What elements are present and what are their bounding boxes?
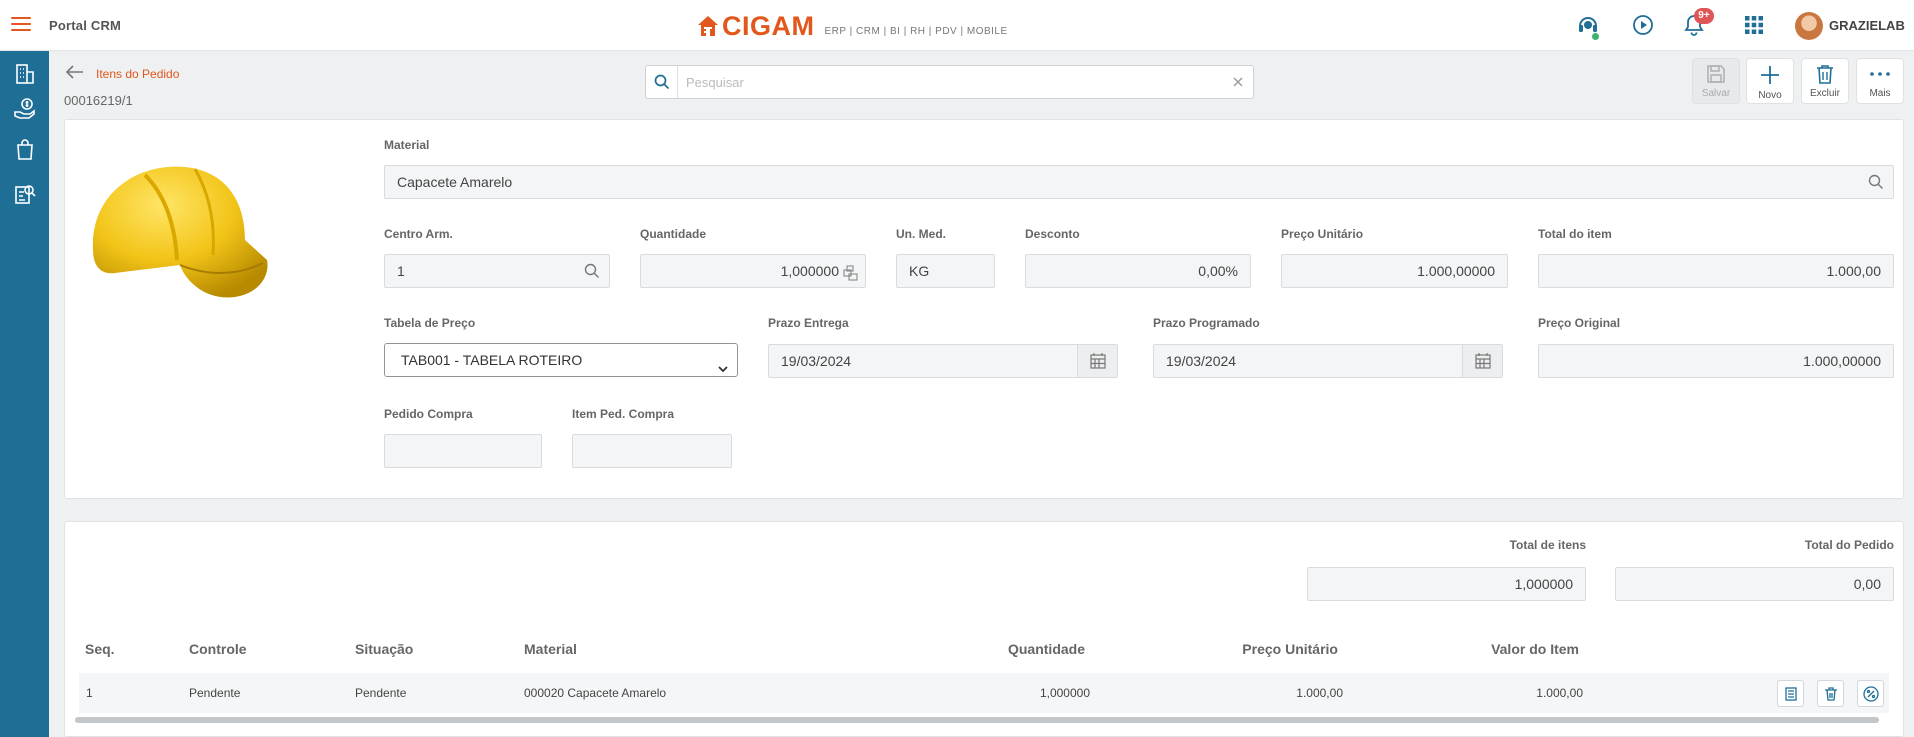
calendar-icon[interactable] — [1077, 345, 1117, 377]
new-label: Novo — [1758, 90, 1782, 101]
back-arrow-icon[interactable] — [65, 64, 85, 80]
menu-icon[interactable] — [11, 17, 31, 33]
unit-field[interactable]: KG — [896, 254, 995, 288]
purchase-order-label: Pedido Compra — [384, 407, 473, 421]
order-total-field: 0,00 — [1615, 567, 1894, 601]
total-items-label: Total de itens — [1509, 538, 1586, 552]
ellipsis-icon — [1870, 72, 1890, 76]
item-total-field: 1.000,00 — [1538, 254, 1894, 288]
discount-label: Desconto — [1025, 227, 1080, 241]
notification-badge: 9+ — [1694, 8, 1714, 24]
column-header-status[interactable]: Situação — [355, 641, 413, 657]
more-label: Mais — [1869, 88, 1891, 99]
cell-quantity: 1,000000 — [1039, 686, 1090, 700]
unit-price-label: Preço Unitário — [1281, 227, 1364, 241]
search-box — [645, 65, 1254, 99]
row-delete-button[interactable] — [1817, 680, 1844, 707]
delivery-label: Prazo Entrega — [768, 316, 849, 330]
cell-material: 000020 Capacete Amarelo — [524, 686, 667, 700]
brand-tagline: ERP | CRM | BI | RH | PDV | MOBILE — [824, 25, 1008, 37]
material-field[interactable]: Capacete Amarelo — [384, 165, 1894, 199]
warehouse-field[interactable]: 1 — [384, 254, 610, 288]
online-status-dot — [1591, 32, 1600, 41]
product-image — [85, 155, 270, 305]
unit-price-field[interactable]: 1.000,00000 — [1281, 254, 1508, 288]
more-button[interactable]: Mais — [1856, 58, 1904, 104]
delete-button[interactable]: Excluir — [1801, 58, 1849, 104]
avatar[interactable] — [1795, 12, 1823, 40]
cell-control: Pendente — [189, 686, 241, 700]
delivery-date-field[interactable]: 19/03/2024 — [768, 344, 1118, 378]
row-edit-button[interactable] — [1777, 680, 1804, 707]
money-hand-icon[interactable] — [12, 95, 38, 121]
row-discount-button[interactable] — [1857, 680, 1884, 707]
discount-field[interactable]: 0,00% — [1025, 254, 1251, 288]
quantity-field[interactable]: 1,000000 — [640, 254, 866, 288]
chevron-down-icon — [717, 354, 729, 373]
purchase-item-label: Item Ped. Compra — [572, 407, 675, 421]
material-search-icon[interactable] — [1866, 172, 1886, 192]
price-table-value: TAB001 - TABELA ROTEIRO — [401, 352, 583, 368]
original-price-field: 1.000,00000 — [1538, 344, 1894, 378]
play-icon[interactable] — [1630, 12, 1656, 38]
cell-item-value: 1.000,00 — [1536, 686, 1583, 700]
brand-logo: CIGAM ERP | CRM | BI | RH | PDV | MOBILE — [697, 10, 1008, 41]
total-items-field: 1,000000 — [1307, 567, 1586, 601]
shopping-bag-icon[interactable] — [12, 137, 38, 163]
column-header-control[interactable]: Controle — [189, 641, 247, 657]
search-icon[interactable] — [646, 66, 678, 98]
scheduled-label: Prazo Programado — [1153, 316, 1260, 330]
purchase-item-field[interactable] — [572, 434, 732, 468]
column-header-item-value[interactable]: Valor do Item — [1430, 641, 1579, 657]
save-button[interactable]: Salvar — [1692, 58, 1740, 104]
item-total-label: Total do item — [1538, 227, 1612, 241]
column-header-quantity[interactable]: Quantidade — [950, 641, 1085, 657]
apps-grid-icon[interactable] — [1741, 12, 1767, 38]
cell-unit-price: 1.000,00 — [1296, 686, 1343, 700]
price-table-select[interactable]: TAB001 - TABELA ROTEIRO — [384, 343, 738, 377]
new-button[interactable]: Novo — [1746, 58, 1794, 104]
scheduled-date-value: 19/03/2024 — [1166, 353, 1237, 369]
material-label: Material — [384, 138, 430, 152]
calendar-icon[interactable] — [1462, 345, 1502, 377]
price-table-label: Tabela de Preço — [384, 316, 476, 330]
horizontal-scrollbar[interactable] — [75, 717, 1879, 723]
trash-icon — [1817, 65, 1833, 84]
document-icon — [1784, 686, 1797, 701]
column-header-material[interactable]: Material — [524, 641, 577, 657]
save-icon — [1707, 65, 1725, 83]
sidebar — [0, 51, 49, 737]
order-number: 00016219/1 — [64, 93, 133, 108]
column-header-unit-price[interactable]: Preço Unitário — [1190, 641, 1338, 657]
plus-icon — [1761, 66, 1779, 84]
scheduled-date-field[interactable]: 19/03/2024 — [1153, 344, 1503, 378]
warehouse-label: Centro Arm. — [384, 227, 453, 241]
document-search-icon[interactable] — [12, 181, 38, 207]
close-icon[interactable] — [1231, 75, 1245, 89]
warehouse-search-icon[interactable] — [582, 261, 602, 281]
quantity-label: Quantidade — [640, 227, 707, 241]
delivery-date-value: 19/03/2024 — [781, 353, 852, 369]
unit-label: Un. Med. — [896, 227, 946, 241]
save-label: Salvar — [1701, 88, 1731, 99]
percent-icon — [1862, 685, 1879, 702]
brand-name: CIGAM — [722, 10, 815, 41]
delete-label: Excluir — [1809, 88, 1840, 99]
boxes-icon[interactable] — [843, 265, 859, 281]
cell-status: Pendente — [355, 686, 407, 700]
top-bar: Portal CRM CIGAM ERP | CRM | BI | RH | P… — [0, 0, 1914, 51]
breadcrumb[interactable]: Itens do Pedido — [96, 67, 179, 81]
app-name: Portal CRM — [49, 18, 122, 33]
username[interactable]: GRAZIELAB — [1829, 18, 1905, 33]
column-header-seq[interactable]: Seq. — [85, 641, 115, 657]
house-logo-icon — [698, 16, 718, 36]
cell-seq: 1 — [86, 686, 93, 700]
building-icon[interactable] — [12, 61, 38, 87]
purchase-order-field[interactable] — [384, 434, 542, 468]
original-price-label: Preço Original — [1538, 316, 1621, 330]
search-input[interactable] — [686, 73, 1206, 91]
order-total-label: Total do Pedido — [1804, 538, 1894, 552]
trash-icon — [1824, 686, 1837, 701]
